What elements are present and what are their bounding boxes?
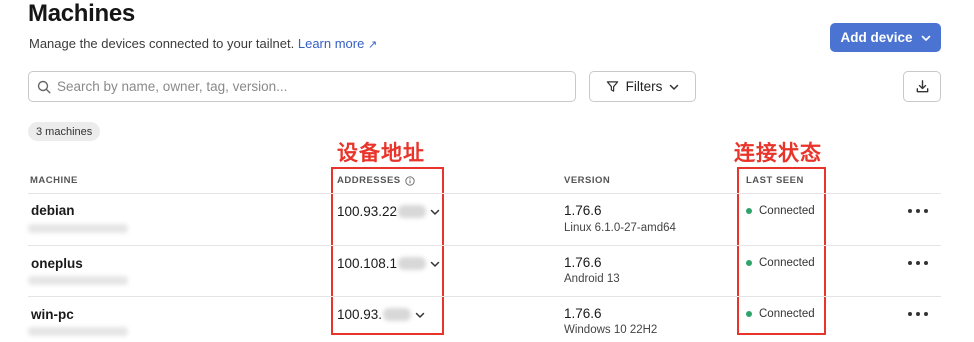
- machine-name[interactable]: oneplus: [31, 256, 83, 271]
- page-title: Machines: [28, 0, 135, 27]
- chevron-down-icon: [670, 84, 679, 90]
- chevron-down-icon: [430, 261, 440, 267]
- filters-label: Filters: [625, 79, 663, 94]
- column-header-machine: MACHINE: [30, 175, 78, 186]
- filter-icon: [606, 81, 618, 92]
- chevron-down-icon: [430, 209, 440, 215]
- column-header-version: VERSION: [564, 175, 611, 186]
- machine-name[interactable]: win-pc: [31, 307, 74, 322]
- export-button[interactable]: [903, 71, 941, 102]
- download-icon: [916, 80, 928, 93]
- subtitle-text: Manage the devices connected to your tai…: [29, 36, 295, 51]
- table-divider: [28, 193, 941, 194]
- machine-address[interactable]: 100.93.: [337, 307, 425, 322]
- machine-owner-redacted: [28, 276, 128, 285]
- machine-address[interactable]: 100.93.22: [337, 204, 440, 219]
- page-subtitle: Manage the devices connected to your tai…: [29, 36, 377, 51]
- search-input[interactable]: [57, 79, 557, 94]
- chevron-down-icon: [415, 312, 425, 318]
- machine-os: Windows 10 22H2: [564, 324, 658, 336]
- machine-owner-redacted: [28, 327, 128, 336]
- status-badge: Connected: [746, 205, 815, 217]
- machine-os: Android 13: [564, 273, 620, 285]
- machine-owner-redacted: [28, 224, 128, 233]
- addresses-annotation: 设备地址: [337, 141, 425, 165]
- machine-version: 1.76.6: [564, 255, 602, 270]
- learn-more-link[interactable]: Learn more ↗: [298, 36, 377, 51]
- more-options-icon[interactable]: [908, 309, 928, 319]
- connected-dot-icon: [746, 311, 752, 317]
- address-redacted: [398, 257, 427, 270]
- status-annotation: 连接状态: [734, 141, 822, 165]
- column-header-addresses: ADDRESSES: [337, 175, 415, 186]
- add-device-button[interactable]: Add device: [830, 23, 941, 52]
- more-options-icon[interactable]: [908, 258, 928, 268]
- connected-dot-icon: [746, 208, 752, 214]
- machine-os: Linux 6.1.0-27-amd64: [564, 222, 676, 234]
- connected-dot-icon: [746, 260, 752, 266]
- machine-count-badge: 3 machines: [28, 122, 101, 141]
- more-options-icon[interactable]: [908, 206, 928, 216]
- address-redacted: [383, 308, 412, 321]
- search-box[interactable]: [28, 71, 576, 102]
- machine-name[interactable]: debian: [31, 203, 75, 218]
- address-redacted: [398, 205, 427, 218]
- info-icon[interactable]: [404, 175, 415, 186]
- machine-version: 1.76.6: [564, 203, 602, 218]
- filters-button[interactable]: Filters: [589, 71, 696, 102]
- column-header-last-seen: LAST SEEN: [746, 175, 804, 186]
- add-device-label: Add device: [840, 30, 913, 45]
- table-divider: [28, 296, 941, 297]
- search-icon: [37, 80, 51, 93]
- external-link-icon: ↗: [367, 39, 378, 51]
- chevron-down-icon: [921, 35, 930, 41]
- status-badge: Connected: [746, 308, 815, 320]
- machine-address[interactable]: 100.108.1: [337, 256, 440, 271]
- table-divider: [28, 245, 941, 246]
- status-badge: Connected: [746, 257, 815, 269]
- machine-version: 1.76.6: [564, 306, 602, 321]
